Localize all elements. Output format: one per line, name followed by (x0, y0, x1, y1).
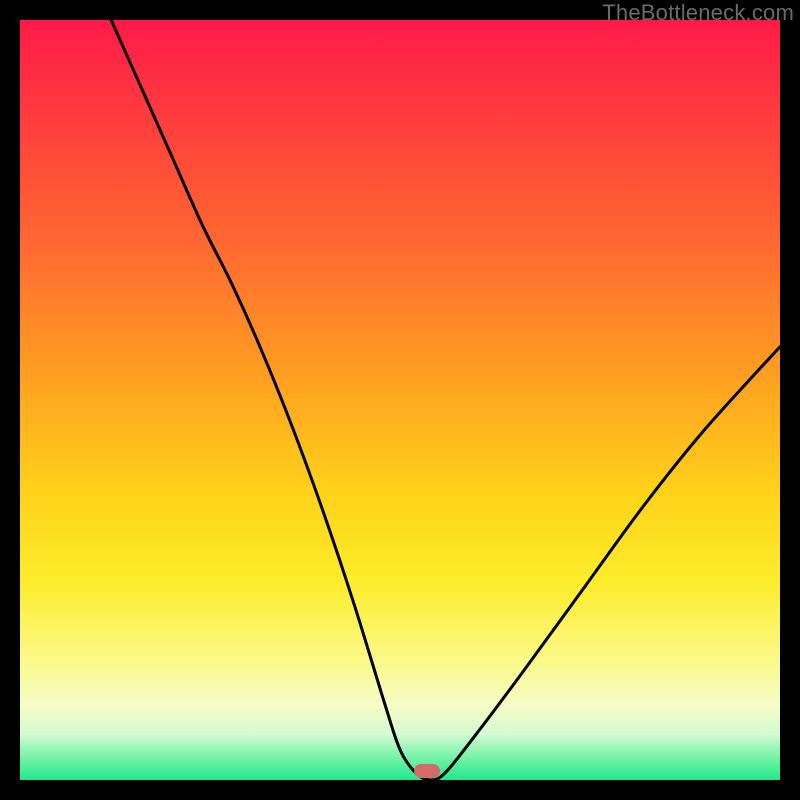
gradient-plot-area (20, 20, 780, 780)
bottleneck-curve (20, 20, 780, 780)
optimal-marker (414, 764, 440, 778)
chart-frame: TheBottleneck.com (0, 0, 800, 800)
